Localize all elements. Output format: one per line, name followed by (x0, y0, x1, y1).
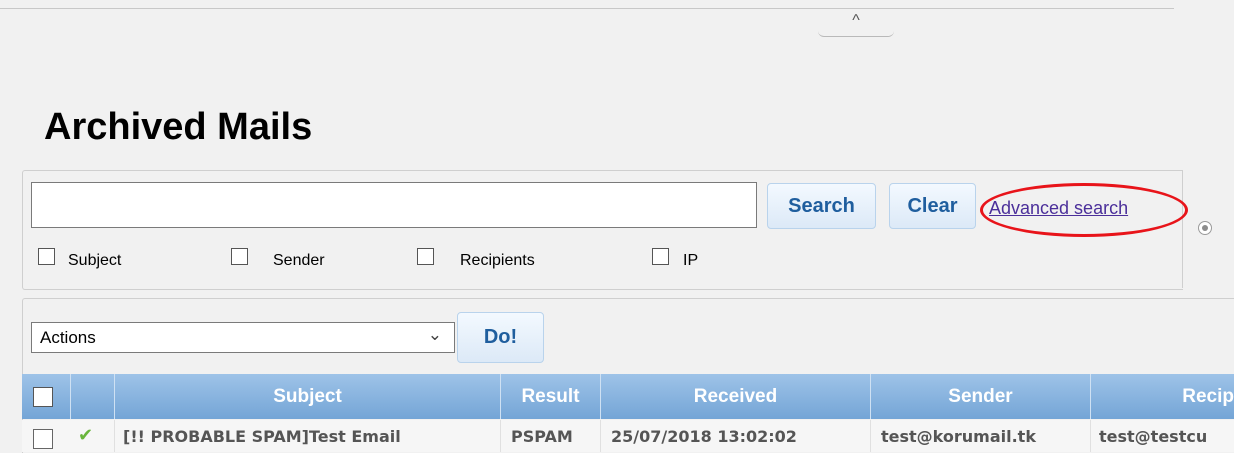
highlight-circle (980, 183, 1188, 237)
row-checkbox[interactable] (33, 429, 53, 449)
actions-select[interactable]: Actions ⌄ (31, 322, 455, 353)
row-sender: test@korumail.tk (870, 420, 1090, 452)
column-header-sender[interactable]: Sender (870, 374, 1090, 419)
filter-sender-label: Sender (273, 252, 325, 269)
page-title: Archived Mails (44, 106, 313, 148)
filter-ip-label: IP (683, 252, 699, 269)
chevron-up-icon: ^ (852, 12, 860, 29)
row-received: 25/07/2018 13:02:02 (600, 420, 870, 452)
actions-select-value: Actions (40, 328, 96, 347)
collapse-toggle[interactable]: ^ (818, 12, 894, 37)
clear-button[interactable]: Clear (889, 183, 976, 229)
header-status-cell (70, 374, 114, 419)
chevron-down-icon: ⌄ (427, 325, 442, 344)
panel-divider (1182, 170, 1183, 288)
check-icon: ✔ (78, 425, 94, 445)
filter-sender-checkbox[interactable] (231, 248, 248, 265)
filter-ip-checkbox[interactable] (652, 248, 669, 265)
do-button[interactable]: Do! (457, 312, 544, 363)
filter-recipients-label: Recipients (460, 252, 535, 269)
filter-recipients-checkbox[interactable] (417, 248, 434, 265)
column-header-result[interactable]: Result (500, 374, 600, 419)
search-button[interactable]: Search (767, 183, 876, 229)
column-header-subject[interactable]: Subject (114, 374, 500, 419)
column-header-received[interactable]: Received (600, 374, 870, 419)
column-header-recipient[interactable]: Recip (1090, 374, 1234, 419)
filter-subject-label: Subject (68, 252, 122, 269)
select-all-checkbox[interactable] (33, 387, 53, 407)
search-input[interactable] (31, 182, 757, 228)
radio-button[interactable] (1198, 221, 1212, 235)
row-subject[interactable]: [!! PROBABLE SPAM]Test Email (114, 420, 500, 452)
row-result: PSPAM (500, 420, 600, 452)
top-divider (0, 8, 1174, 9)
filter-subject-checkbox[interactable] (38, 248, 55, 265)
row-recipient: test@testcu (1090, 420, 1234, 452)
